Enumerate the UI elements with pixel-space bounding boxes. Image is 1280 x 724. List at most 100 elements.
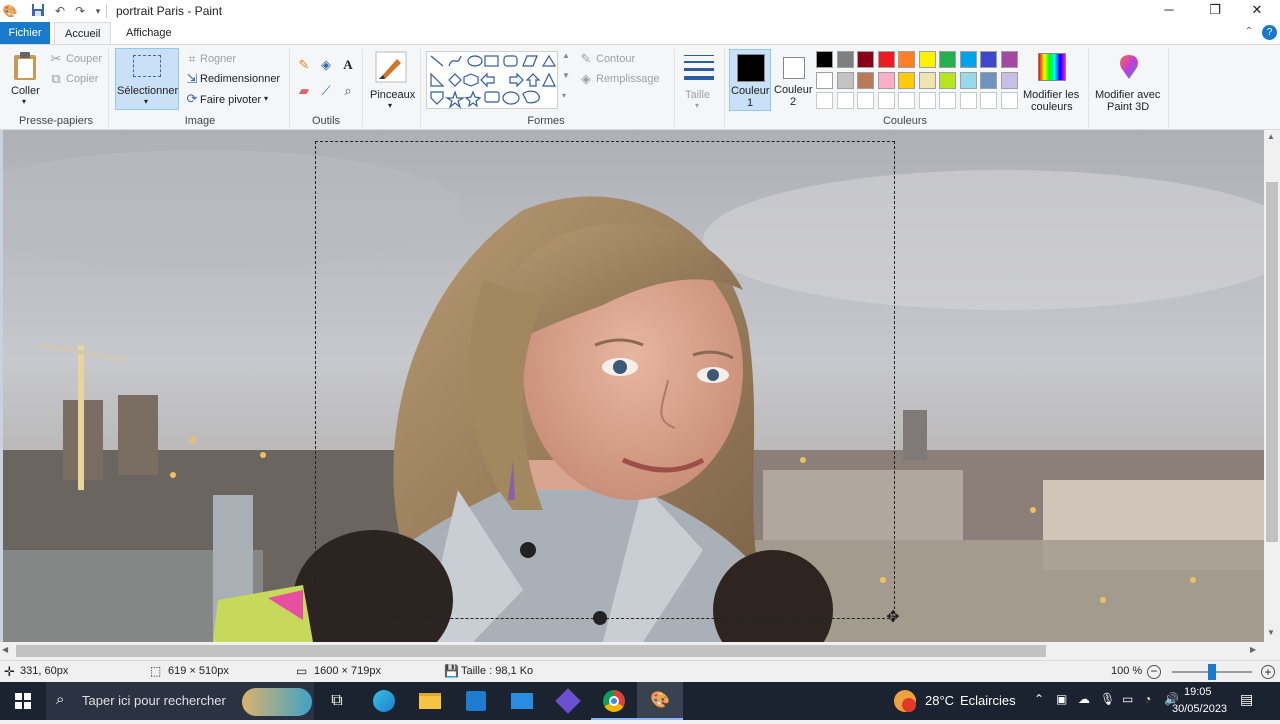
redo-icon[interactable]: ↷	[72, 3, 88, 19]
paint-taskbar-icon[interactable]: 🎨	[637, 682, 683, 720]
palette-swatch[interactable]	[898, 71, 915, 89]
tab-view[interactable]: Affichage	[116, 22, 182, 44]
taskbar-search[interactable]: ⌕ Taper ici pour rechercher	[46, 682, 314, 720]
start-button[interactable]	[0, 682, 46, 720]
customize-quick-access-icon[interactable]: ▾	[90, 3, 106, 19]
color2-button[interactable]: Couleur 2	[772, 49, 814, 111]
meet-now-icon[interactable]: ▣	[1056, 692, 1067, 706]
palette-swatch[interactable]	[857, 92, 874, 109]
tab-home[interactable]: Accueil	[54, 22, 112, 44]
crop-button[interactable]: Rogner	[200, 53, 236, 65]
undo-icon[interactable]: ↶	[52, 3, 68, 19]
close-button[interactable]: ✕	[1234, 0, 1280, 22]
paste-button[interactable]: Coller ▾	[8, 49, 42, 106]
palette-swatch[interactable]	[959, 51, 977, 68]
size-button[interactable]: Taille ▾	[680, 49, 718, 111]
weather-desc[interactable]: Eclaircies	[960, 693, 1016, 708]
palette-swatch[interactable]	[898, 51, 915, 68]
eraser-icon[interactable]: ▰	[296, 83, 312, 99]
mail-icon[interactable]	[499, 682, 545, 720]
palette-swatch[interactable]	[1000, 92, 1018, 109]
copy-icon[interactable]: ⧉	[48, 71, 64, 87]
collapse-ribbon-icon[interactable]: ⌃	[1242, 26, 1256, 40]
scroll-down-icon[interactable]: ▼	[562, 71, 570, 80]
tab-file[interactable]: Fichier	[0, 22, 50, 44]
scroll-right-icon[interactable]: ▶	[1250, 645, 1256, 654]
clock-date[interactable]: 30/05/2023	[1172, 703, 1227, 715]
select-button[interactable]: Sélectionner ▾	[115, 48, 179, 110]
selection-rectangle[interactable]	[315, 141, 895, 619]
store-icon[interactable]	[453, 682, 499, 720]
onedrive-icon[interactable]: ☁	[1078, 692, 1090, 706]
palette-swatch[interactable]	[918, 51, 936, 68]
vertical-scrollbar[interactable]: ▲ ▼	[1264, 130, 1280, 660]
palette-swatch[interactable]	[877, 71, 895, 89]
help-icon[interactable]: ?	[1262, 25, 1277, 40]
zoom-in-button[interactable]: +	[1261, 665, 1275, 679]
network-icon[interactable]: ◔	[1144, 692, 1151, 706]
minimize-button[interactable]: ─	[1146, 0, 1192, 22]
vertical-scroll-thumb[interactable]	[1266, 182, 1278, 542]
save-icon[interactable]	[30, 3, 46, 19]
resize-icon[interactable]: ⇲	[184, 71, 200, 87]
task-view-icon[interactable]: ⧉	[314, 682, 360, 720]
notifications-icon[interactable]: ▤	[1240, 691, 1253, 708]
palette-swatch[interactable]	[939, 92, 956, 109]
paint3d-button[interactable]: Modifier avec Paint 3D	[1092, 49, 1164, 113]
crop-icon[interactable]: ⌗	[184, 51, 200, 67]
horizontal-scrollbar[interactable]: ◀ ▶	[0, 642, 1264, 660]
palette-swatch[interactable]	[857, 51, 874, 68]
battery-icon[interactable]: ▭	[1122, 692, 1133, 706]
shapes-gallery[interactable]	[426, 51, 558, 109]
palette-swatch[interactable]	[939, 51, 956, 68]
edit-colors-button[interactable]: Modifier les couleurs	[1023, 49, 1082, 113]
palette-swatch[interactable]	[939, 71, 956, 89]
scroll-up-icon[interactable]: ▲	[562, 51, 570, 60]
rotate-icon[interactable]: ⟳	[184, 91, 200, 107]
palette-swatch[interactable]	[980, 92, 997, 109]
palette-swatch[interactable]	[816, 51, 833, 68]
cut-icon[interactable]: ✂	[48, 51, 64, 67]
palette-swatch[interactable]	[1000, 51, 1018, 68]
palette-swatch[interactable]	[898, 92, 915, 109]
fill-bucket-icon[interactable]: ◈	[318, 57, 334, 73]
canvas-image[interactable]: ✥	[3, 130, 1264, 642]
clock-time[interactable]: 19:05	[1184, 686, 1212, 698]
zoom-out-button[interactable]: −	[1147, 665, 1161, 679]
file-explorer-icon[interactable]	[407, 682, 453, 720]
outline-button[interactable]: Contour	[596, 53, 635, 65]
palette-swatch[interactable]	[980, 71, 997, 89]
magnifier-icon[interactable]: ⌕	[340, 83, 356, 99]
text-tool-icon[interactable]: A	[340, 57, 356, 73]
palette-swatch[interactable]	[836, 51, 854, 68]
canvas-area[interactable]: ✥ ▲ ▼ ◀ ▶	[0, 130, 1280, 660]
resize-button[interactable]: Redimensionner	[200, 73, 280, 85]
chrome-icon[interactable]	[591, 682, 637, 720]
brushes-button[interactable]: Pinceaux ▾	[366, 49, 416, 111]
restore-button[interactable]: ❐	[1192, 0, 1238, 22]
weather-icon[interactable]	[894, 690, 916, 712]
show-hidden-icons-icon[interactable]: ⌃	[1034, 692, 1044, 706]
palette-swatch[interactable]	[836, 92, 854, 109]
weather-temp[interactable]: 28°C	[925, 693, 954, 708]
edge-icon[interactable]	[361, 682, 407, 720]
palette-swatch[interactable]	[980, 51, 997, 68]
palette-swatch[interactable]	[816, 71, 833, 89]
fill-button[interactable]: Remplissage	[596, 73, 660, 85]
scroll-left-icon[interactable]: ◀	[2, 645, 8, 654]
palette-swatch[interactable]	[857, 71, 874, 89]
cut-button[interactable]: Couper	[66, 53, 102, 65]
power-automate-icon[interactable]	[545, 682, 591, 720]
palette-swatch[interactable]	[918, 71, 936, 89]
palette-swatch[interactable]	[959, 71, 977, 89]
color-picker-icon[interactable]: ⟋	[318, 83, 334, 99]
scroll-up-icon[interactable]: ▲	[1267, 132, 1275, 141]
palette-swatch[interactable]	[877, 92, 895, 109]
fill-icon[interactable]: ◈	[578, 71, 594, 87]
zoom-slider-thumb[interactable]	[1208, 664, 1216, 680]
color1-button[interactable]: Couleur 1	[729, 49, 771, 111]
palette-swatch[interactable]	[918, 92, 936, 109]
expand-gallery-icon[interactable]: ▾	[562, 91, 566, 100]
rotate-button[interactable]: Faire pivoter	[200, 94, 261, 106]
palette-swatch[interactable]	[816, 92, 833, 109]
